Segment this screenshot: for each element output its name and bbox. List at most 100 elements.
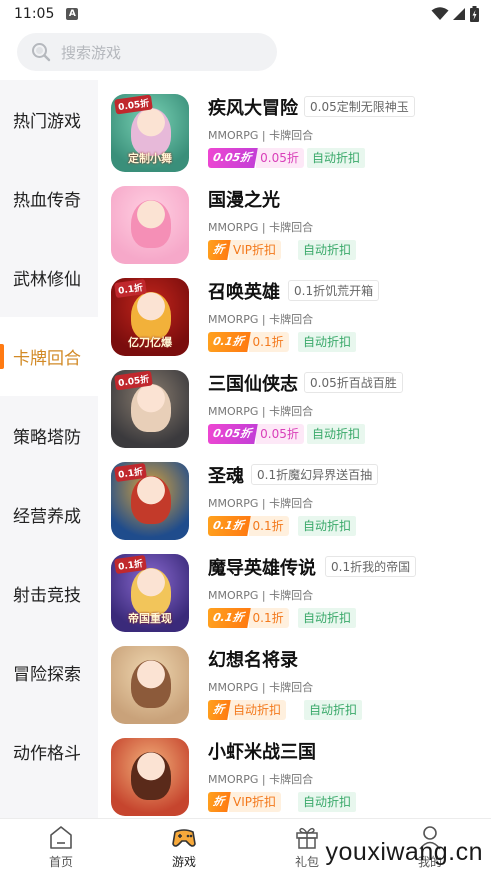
game-name: 召唤英雄 — [208, 282, 280, 303]
list-item[interactable]: 0.1折 帝国重现 魔导英雄传说 0.1折我的帝国 MMORPG | 卡牌回合 0… — [98, 540, 491, 632]
discount-pill: 0.1折 0.1折 — [208, 332, 289, 352]
game-meta: MMORPG | 卡牌回合 — [208, 589, 314, 602]
home-icon — [50, 826, 72, 849]
discount-text: 0.1折 — [248, 516, 289, 536]
auto-discount-tag: 自动折扣 — [298, 332, 357, 352]
game-meta: MMORPG | 卡牌回合 — [208, 405, 314, 418]
game-meta: MMORPG | 卡牌回合 — [208, 221, 314, 234]
list-item[interactable]: 幻想名将录 MMORPG | 卡牌回合 折自动折扣 自动折扣 — [98, 632, 491, 724]
nav-label: 礼包 — [294, 855, 319, 869]
game-meta: MMORPG | 卡牌回合 — [208, 773, 314, 786]
auto-discount-tag: 自动折扣 — [307, 148, 366, 168]
search-placeholder: 搜索游戏 — [61, 43, 122, 62]
discount-text: 自动折扣 — [229, 700, 287, 720]
nav-games[interactable]: 游戏 — [144, 819, 224, 874]
discount-text: 0.1折 — [248, 608, 289, 628]
list-item[interactable]: 0.1折 圣魂 0.1折魔幻异界送百抽 MMORPG | 卡牌回合 0.1折 0.… — [98, 448, 491, 540]
game-promo-tag: 0.1折魔幻异界送百抽 — [251, 464, 379, 485]
nav-label: 首页 — [48, 855, 73, 869]
sidebar-item-label: 热门游戏 — [13, 112, 81, 132]
signal-icon — [453, 8, 465, 20]
icon-banner: 亿刀亿爆 — [128, 336, 172, 349]
list-item[interactable]: 0.05折 定制小舞 疾风大冒险 0.05定制无限神玉 MMORPG | 卡牌回合… — [98, 80, 491, 172]
nav-label: 游戏 — [171, 855, 196, 869]
game-meta: MMORPG | 卡牌回合 — [208, 681, 314, 694]
game-promo-tag: 0.1折饥荒开箱 — [288, 280, 380, 301]
discount-badge: 折 — [208, 792, 231, 812]
nav-home[interactable]: 首页 — [21, 819, 101, 874]
category-sidebar: 热门游戏 热血传奇 武林修仙 卡牌回合 策略塔防 经营养成 射击竞技 冒险探索 … — [0, 80, 98, 818]
auto-discount-tag: 自动折扣 — [298, 516, 357, 536]
sidebar-item-label: 卡牌回合 — [13, 349, 81, 369]
discount-badge: 0.1折 — [208, 516, 251, 536]
auto-discount-tag: 自动折扣 — [298, 608, 357, 628]
game-icon[interactable] — [111, 646, 189, 724]
sidebar-item-shooter[interactable]: 射击竞技 — [0, 554, 98, 633]
sidebar-item-card[interactable]: 卡牌回合 — [0, 317, 98, 396]
icon-character — [131, 476, 171, 524]
auto-discount-tag: 自动折扣 — [304, 700, 363, 720]
game-meta: MMORPG | 卡牌回合 — [208, 313, 314, 326]
search-input[interactable]: 搜索游戏 — [17, 33, 277, 71]
game-name: 幻想名将录 — [208, 650, 298, 671]
icon-character — [131, 200, 171, 248]
list-item[interactable]: 0.05折 三国仙侠志 0.05折百战百胜 MMORPG | 卡牌回合 0.05… — [98, 356, 491, 448]
list-item[interactable]: 0.1折 亿刀亿爆 召唤英雄 0.1折饥荒开箱 MMORPG | 卡牌回合 0.1… — [98, 264, 491, 356]
game-icon[interactable]: 0.1折 亿刀亿爆 — [111, 278, 189, 356]
discount-text: VIP折扣 — [229, 792, 281, 812]
discount-badge: 0.05折 — [208, 424, 258, 444]
auto-discount-tag: 自动折扣 — [298, 792, 357, 812]
watermark: youxiwang.cn — [325, 838, 483, 866]
game-icon[interactable]: 0.05折 定制小舞 — [111, 94, 189, 172]
discount-text: VIP折扣 — [229, 240, 281, 260]
sidebar-item-strategy[interactable]: 策略塔防 — [0, 396, 98, 475]
discount-badge: 0.1折 — [208, 332, 251, 352]
game-promo-tag: 0.1折我的帝国 — [325, 556, 417, 577]
sidebar-item-label: 射击竞技 — [13, 586, 81, 606]
discount-pill: 折 VIP折扣 — [208, 240, 281, 260]
discount-pill: 0.1折 0.1折 — [208, 516, 289, 536]
discount-text: 0.05折 — [256, 424, 304, 444]
wifi-icon — [431, 7, 449, 20]
sidebar-item-label: 武林修仙 — [13, 270, 81, 290]
game-meta: MMORPG | 卡牌回合 — [208, 129, 314, 142]
game-promo-tag: 0.05定制无限神玉 — [304, 96, 415, 117]
status-time: 11:05 — [14, 6, 55, 22]
game-icon[interactable]: 0.1折 — [111, 462, 189, 540]
search-icon — [32, 43, 51, 62]
sidebar-item-legend[interactable]: 热血传奇 — [0, 159, 98, 238]
auto-discount-tag: 自动折扣 — [298, 240, 357, 260]
list-item[interactable]: 国漫之光 MMORPG | 卡牌回合 折 VIP折扣 自动折扣 — [98, 172, 491, 264]
game-icon[interactable]: 0.05折 — [111, 370, 189, 448]
list-item[interactable]: 小虾米战三国 MMORPG | 卡牌回合 折 VIP折扣 自动折扣 — [98, 724, 491, 816]
icon-character — [131, 108, 171, 156]
discount-pill: 0.1折 0.1折 — [208, 608, 289, 628]
game-meta: MMORPG | 卡牌回合 — [208, 497, 314, 510]
sidebar-item-hot[interactable]: 热门游戏 — [0, 80, 98, 159]
gamepad-icon — [172, 829, 196, 847]
discount-badge: 折 — [208, 240, 231, 260]
discount-pill: 0.05折 0.05折 — [208, 424, 304, 444]
icon-banner: 帝国重现 — [128, 612, 172, 625]
icon-character — [131, 568, 171, 616]
sidebar-item-adventure[interactable]: 冒险探索 — [0, 633, 98, 712]
sidebar-item-wuxia[interactable]: 武林修仙 — [0, 238, 98, 317]
game-name: 三国仙侠志 — [208, 374, 298, 395]
sidebar-item-action[interactable]: 动作格斗 — [0, 712, 98, 791]
auto-discount-tag: 自动折扣 — [307, 424, 366, 444]
game-name: 魔导英雄传说 — [208, 558, 316, 579]
game-icon[interactable] — [111, 738, 189, 816]
game-name: 疾风大冒险 — [208, 98, 298, 119]
icon-character — [131, 384, 171, 432]
sidebar-item-label: 经营养成 — [13, 507, 81, 527]
icon-character — [131, 292, 171, 340]
discount-text: 0.1折 — [248, 332, 289, 352]
game-icon[interactable] — [111, 186, 189, 264]
icon-character — [131, 752, 171, 800]
discount-badge: 0.1折 — [208, 608, 251, 628]
discount-badge: 0.05折 — [208, 148, 258, 168]
sidebar-item-label: 策略塔防 — [13, 428, 81, 448]
game-icon[interactable]: 0.1折 帝国重现 — [111, 554, 189, 632]
sidebar-item-simulation[interactable]: 经营养成 — [0, 475, 98, 554]
sidebar-item-label: 热血传奇 — [13, 191, 81, 211]
